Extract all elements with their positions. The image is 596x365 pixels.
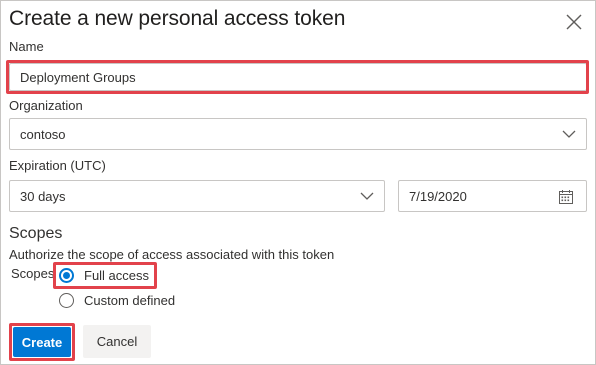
cancel-button[interactable]: Cancel (83, 325, 151, 358)
dialog-title: Create a new personal access token (9, 7, 346, 30)
scopes-label: Scopes (11, 266, 55, 281)
organization-value: contoso (20, 126, 66, 142)
create-button[interactable]: Create (13, 327, 71, 357)
create-token-dialog: Create a new personal access token Name … (0, 0, 596, 365)
organization-dropdown[interactable]: contoso (9, 118, 587, 150)
scopes-description: Authorize the scope of access associated… (9, 247, 335, 262)
custom-defined-label[interactable]: Custom defined (84, 293, 175, 308)
expiration-date-value: 7/19/2020 (409, 188, 467, 204)
name-input-value: Deployment Groups (20, 69, 136, 85)
close-button[interactable] (563, 11, 585, 33)
chevron-down-icon (360, 192, 374, 200)
custom-defined-radio[interactable] (59, 293, 74, 308)
chevron-down-icon (562, 130, 576, 138)
expiration-label: Expiration (UTC) (9, 158, 106, 173)
name-label: Name (9, 39, 44, 54)
close-icon (566, 14, 582, 30)
full-access-radio[interactable] (59, 268, 74, 283)
name-input[interactable]: Deployment Groups (9, 63, 587, 91)
expiration-duration-dropdown[interactable]: 30 days (9, 180, 385, 212)
calendar-icon[interactable] (558, 189, 574, 205)
full-access-label[interactable]: Full access (84, 268, 149, 283)
expiration-duration-value: 30 days (20, 188, 66, 204)
expiration-date-picker[interactable]: 7/19/2020 (398, 180, 587, 212)
organization-label: Organization (9, 98, 83, 113)
scopes-title: Scopes (9, 225, 63, 242)
